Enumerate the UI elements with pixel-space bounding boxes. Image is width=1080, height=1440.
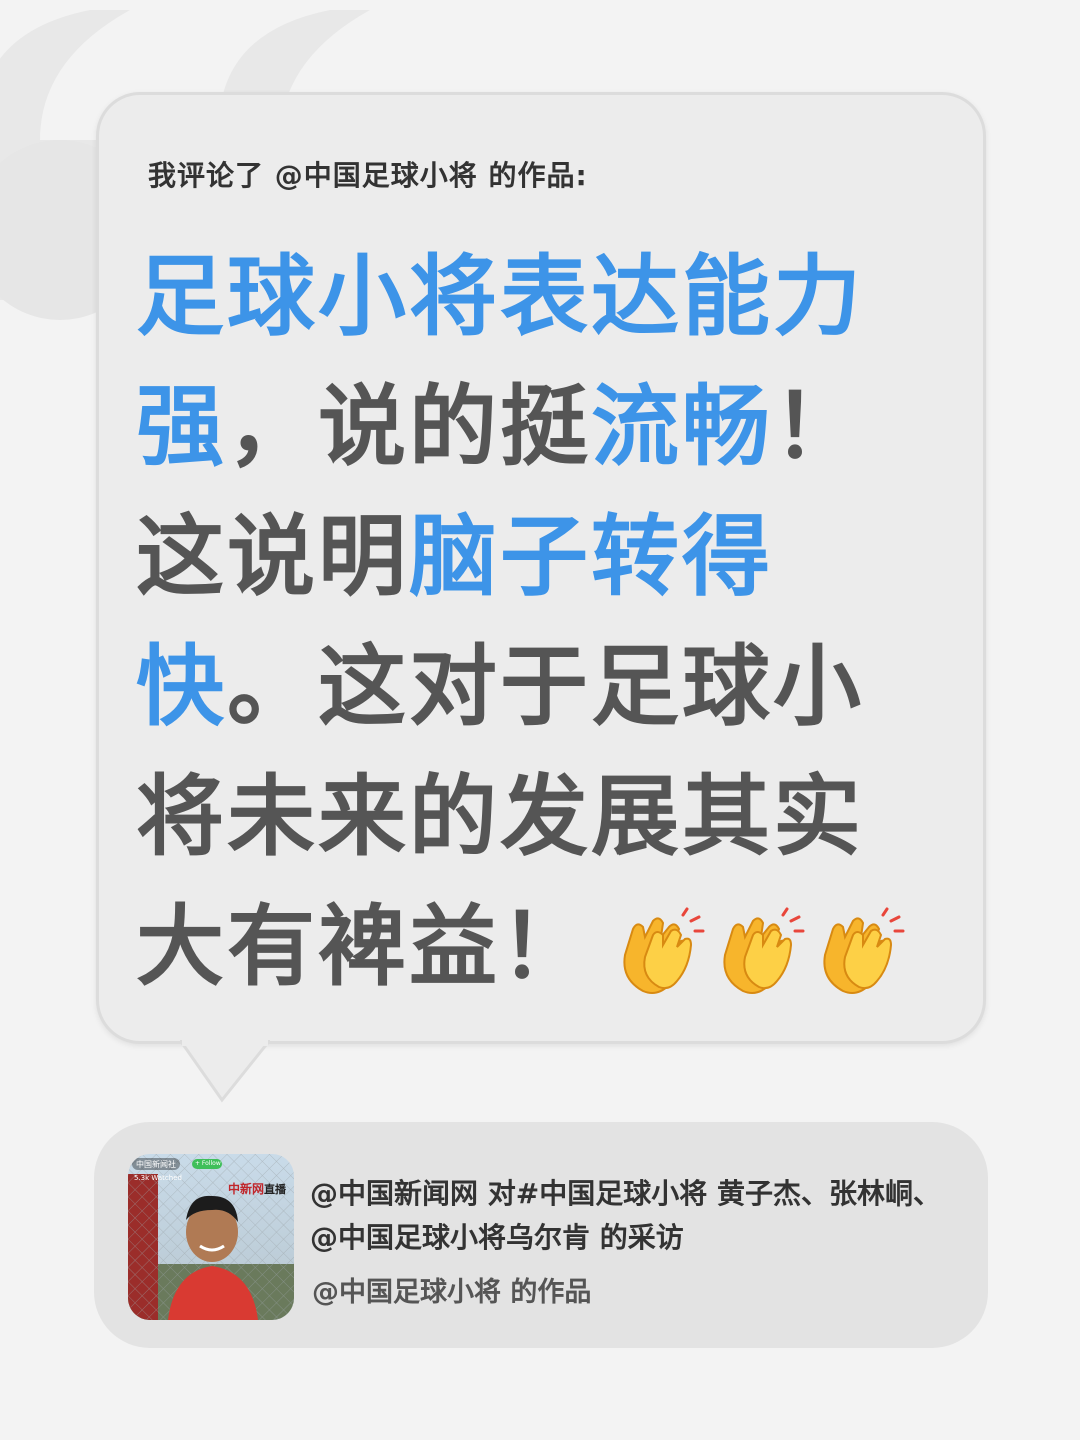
comment-line: 强，说的挺流畅！ <box>136 362 936 492</box>
thumbnail-logo: 中新网 <box>228 1182 265 1196</box>
comment-text: 足球小将表达能力 强，说的挺流畅！ 这说明脑子转得 快。这对于足球小 将未来的发展其实大… <box>136 232 936 1012</box>
comment-header: 我评论了 @中国足球小将 的作品: <box>148 159 588 192</box>
thumbnail-viewers-label: 5.3k Watched <box>134 1174 182 1182</box>
video-reference-author[interactable]: @中国足球小将 的作品 <box>312 1270 591 1309</box>
thumbnail-live-label: 直播 <box>264 1183 286 1196</box>
comment-text-segment: ！ <box>773 375 865 478</box>
clapping-hands-icon <box>723 907 805 995</box>
comment-line: 将未来的发展其实 <box>136 752 936 882</box>
highlighted-text: 足球小将表达能力 <box>136 245 865 348</box>
video-thumbnail[interactable]: 中国新闻社 + Follow 5.3k Watched 中新网 直播 <box>128 1154 294 1320</box>
comment-text-segment: 这说明 <box>136 505 410 608</box>
highlighted-text: 流畅 <box>591 375 774 478</box>
comment-text-segment: ，说的挺 <box>227 375 592 478</box>
clapping-hands-icon <box>623 907 705 995</box>
comment-text-segment: 大有裨益！ <box>136 895 592 998</box>
comment-line: 快。这对于足球小 <box>136 622 936 752</box>
highlighted-text: 快 <box>136 635 228 738</box>
bubble-tail <box>180 1040 270 1103</box>
comment-line: 大有裨益！ <box>136 882 936 1012</box>
highlighted-text: 强 <box>136 375 228 478</box>
clapping-hands-emoji-group <box>613 882 913 1012</box>
comment-text-segment: 将未来的发展其实 <box>136 765 865 868</box>
highlighted-text: 脑子转得 <box>409 505 774 608</box>
comment-text-segment: 。这对于足球小 <box>227 635 865 738</box>
comment-line: 足球小将表达能力 <box>136 232 936 362</box>
thumbnail-source-label: 中国新闻社 <box>136 1160 176 1169</box>
video-reference-title[interactable]: @中国新闻网 对#中国足球小将 黄子杰、张林峒、@中国足球小将乌尔肯 的采访 <box>310 1172 960 1260</box>
comment-line: 这说明脑子转得 <box>136 492 936 622</box>
clapping-hands-icon <box>823 907 905 995</box>
thumbnail-follow-button: + Follow <box>195 1160 221 1167</box>
